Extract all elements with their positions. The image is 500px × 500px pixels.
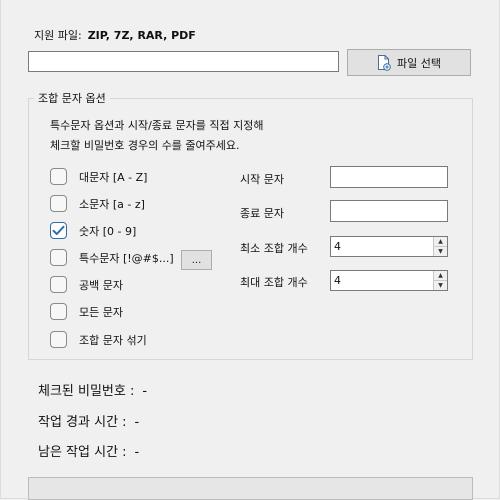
checkbox-lowercase[interactable]: 소문자 [a - z]: [50, 195, 145, 212]
end-char-label: 종료 문자: [240, 207, 284, 220]
supported-formats-label: 지원 파일:: [34, 29, 82, 42]
status-checked-passwords-label: 체크된 비밀번호 :: [38, 384, 135, 399]
checkbox-box[interactable]: [50, 168, 67, 185]
options-description-line1: 특수문자 옵션과 시작/종료 문자를 직접 지정해: [50, 119, 264, 132]
select-file-button[interactable]: 파일 선택: [347, 49, 471, 76]
checkbox-digits[interactable]: 숫자 [0 - 9]: [50, 222, 136, 239]
checkbox-space[interactable]: 공백 문자: [50, 276, 123, 293]
min-length-value[interactable]: 4: [331, 240, 433, 253]
checkbox-all-chars-label: 모든 문자: [79, 305, 123, 319]
select-file-button-label: 파일 선택: [397, 56, 441, 70]
spinner-up-icon[interactable]: ▲: [434, 237, 447, 246]
status-elapsed-time-value: -: [134, 415, 140, 430]
end-char-input[interactable]: [330, 200, 448, 222]
checkbox-special[interactable]: 특수문자 [!@#$...]: [50, 249, 174, 266]
checkbox-box[interactable]: [50, 303, 67, 320]
file-path-input[interactable]: [28, 51, 339, 72]
status-remaining-time-label: 남은 작업 시간 :: [38, 445, 127, 460]
max-length-spinner[interactable]: 4 ▲ ▼: [330, 270, 448, 291]
status-elapsed-time-label: 작업 경과 시간 :: [38, 415, 127, 430]
max-length-label: 최대 조합 개수: [240, 276, 308, 289]
file-add-icon: [377, 54, 391, 71]
start-char-label: 시작 문자: [240, 173, 284, 186]
status-remaining-time: 남은 작업 시간 :-: [38, 441, 139, 460]
supported-formats: 지원 파일: ZIP, 7Z, RAR, PDF: [34, 27, 196, 43]
checkbox-space-label: 공백 문자: [79, 278, 123, 292]
min-length-label: 최소 조합 개수: [240, 242, 308, 255]
spinner-down-icon[interactable]: ▼: [434, 280, 447, 290]
checkbox-all-chars[interactable]: 모든 문자: [50, 303, 123, 320]
spinner-down-icon[interactable]: ▼: [434, 246, 447, 256]
checkbox-box[interactable]: [50, 276, 67, 293]
supported-formats-list: ZIP, 7Z, RAR, PDF: [87, 29, 196, 42]
checkbox-lowercase-label: 소문자 [a - z]: [79, 197, 145, 211]
checkbox-uppercase-label: 대문자 [A - Z]: [79, 170, 148, 184]
status-remaining-time-value: -: [134, 445, 140, 460]
checkmark-icon: [52, 225, 65, 235]
start-char-input[interactable]: [330, 166, 448, 188]
checkbox-shuffle-label: 조합 문자 섞기: [79, 333, 147, 347]
progress-bar: [28, 477, 473, 500]
min-length-spinner[interactable]: 4 ▲ ▼: [330, 236, 448, 257]
options-description-line2: 체크할 비밀번호 경우의 수를 줄여주세요.: [50, 139, 240, 152]
max-length-value[interactable]: 4: [331, 274, 433, 287]
checkbox-special-label: 특수문자 [!@#$...]: [79, 251, 174, 265]
checkbox-uppercase[interactable]: 대문자 [A - Z]: [50, 168, 147, 185]
checkbox-box[interactable]: [50, 331, 67, 348]
checkbox-box-checked[interactable]: [50, 222, 67, 239]
special-chars-button[interactable]: ...: [181, 250, 212, 270]
status-checked-passwords-value: -: [142, 384, 148, 399]
status-elapsed-time: 작업 경과 시간 :-: [38, 411, 139, 430]
checkbox-shuffle[interactable]: 조합 문자 섞기: [50, 331, 147, 348]
checkbox-box[interactable]: [50, 249, 67, 266]
status-checked-passwords: 체크된 비밀번호 :-: [38, 380, 147, 399]
options-group-title: 조합 문자 옵션: [34, 90, 110, 106]
checkbox-digits-label: 숫자 [0 - 9]: [79, 224, 137, 238]
spinner-up-icon[interactable]: ▲: [434, 271, 447, 280]
checkbox-box[interactable]: [50, 195, 67, 212]
